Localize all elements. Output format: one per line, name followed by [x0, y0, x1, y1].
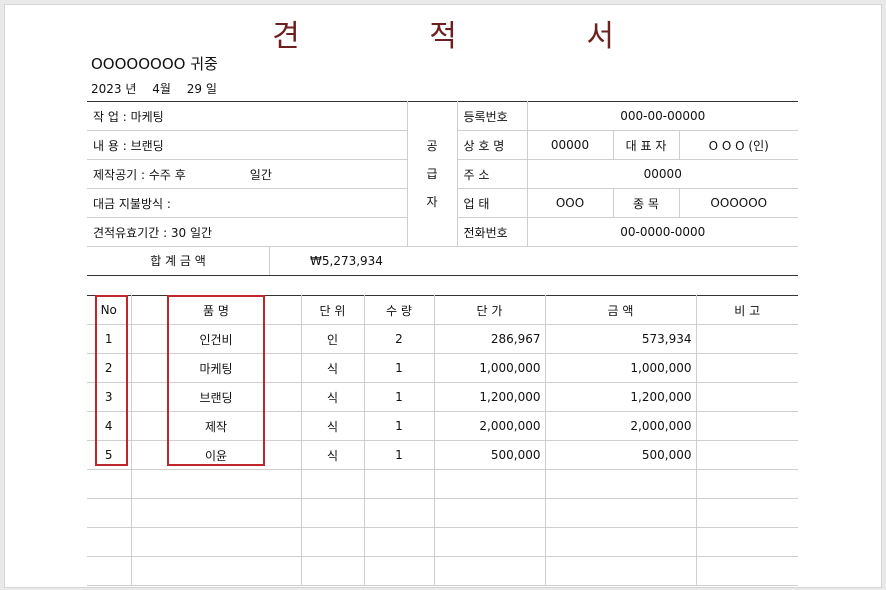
highlight-box-no-column	[95, 295, 128, 466]
highlight-box-name-column	[167, 295, 265, 466]
header-amount: 금 액	[545, 295, 697, 325]
reg-value: 000-00-00000	[527, 101, 799, 131]
empty-row	[87, 556, 798, 586]
name-label: 상 호 명	[457, 130, 528, 160]
phone-value: 00-0000-0000	[527, 217, 799, 247]
supplier-label: 공 급 자	[407, 101, 458, 247]
total-row: 합 계 금 액 ₩5,273,934	[87, 246, 799, 276]
date-year: 2023 년	[91, 82, 137, 96]
biz-label: 업 태	[457, 188, 528, 218]
info-table: 작 업 : 마케팅 공 급 자 등록번호 000-00-00000 내 용 : …	[87, 101, 799, 276]
header-qty: 수 량	[364, 295, 435, 325]
total-label: 합 계 금 액	[87, 247, 270, 275]
period-cell: 제작공기 : 수주 후 일간	[87, 159, 408, 189]
header-price: 단 가	[434, 295, 546, 325]
payment-cell: 대금 지불방식 :	[87, 188, 408, 218]
work-cell: 작 업 : 마케팅	[87, 101, 408, 131]
item-value: OOOOOO	[679, 188, 799, 218]
validity-cell: 견적유효기간 : 30 일간	[87, 217, 408, 247]
date-month: 4월	[152, 82, 171, 96]
document-title: 견 적 서	[272, 19, 674, 54]
info-row: 작 업 : 마케팅 공 급 자 등록번호 000-00-00000	[87, 101, 799, 247]
total-value: ₩5,273,934	[310, 254, 383, 268]
rep-label: 대 표 자	[613, 130, 680, 160]
quotation-document: 견 적 서 OOOOOOOO 귀중 2023 년 4월 29 일 작 업 : 마…	[4, 4, 882, 588]
issue-date: 2023 년 4월 29 일	[91, 80, 229, 97]
biz-value: OOO	[527, 188, 614, 218]
reg-label: 등록번호	[457, 101, 528, 131]
addr-label: 주 소	[457, 159, 528, 189]
empty-row	[87, 469, 798, 499]
empty-row	[87, 498, 798, 528]
name-value: 00000	[527, 130, 614, 160]
rep-value: O O O (인)	[679, 130, 799, 160]
header-unit: 단 위	[301, 295, 365, 325]
content-cell: 내 용 : 브랜딩	[87, 130, 408, 160]
recipient: OOOOOOOO 귀중	[91, 55, 218, 73]
phone-label: 전화번호	[457, 217, 528, 247]
item-label: 종 목	[613, 188, 680, 218]
addr-value: 00000	[527, 159, 799, 189]
header-note: 비 고	[696, 295, 798, 325]
date-day: 29 일	[186, 82, 217, 96]
empty-row	[87, 527, 798, 557]
